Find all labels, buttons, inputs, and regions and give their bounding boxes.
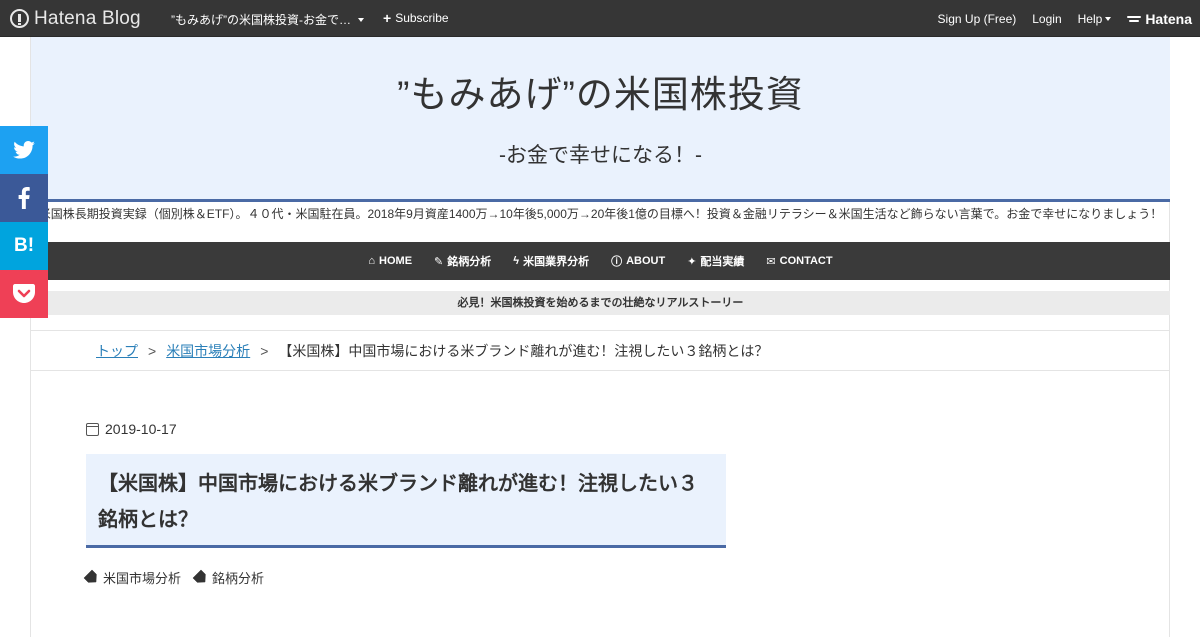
- nav-item-industry-analysis[interactable]: ϟ 米国業界分析: [513, 253, 589, 269]
- article-tags: 米国市場分析 銘柄分析: [86, 568, 264, 587]
- graduation-cap-icon: ✦: [687, 255, 697, 268]
- breadcrumb-separator: >: [260, 342, 269, 359]
- nav-label: 米国業界分析: [523, 256, 590, 268]
- chevron-down-icon: [358, 17, 364, 22]
- share-twitter-button[interactable]: [0, 126, 48, 174]
- hatena-blog-logo-text: Hatena Blog: [34, 7, 141, 29]
- article-date: 2019-10-17: [86, 421, 177, 437]
- pocket-icon: [13, 284, 35, 303]
- hatena-logo-text: Hatena: [1145, 11, 1192, 27]
- nav-label: 銘柄分析: [447, 256, 492, 268]
- share-pocket-button[interactable]: [0, 270, 48, 318]
- blog-title[interactable]: ”もみあげ”の米国株投資: [31, 64, 1170, 118]
- twitter-icon: [13, 141, 35, 159]
- hatena-blog-logo-icon: [10, 9, 29, 28]
- plus-icon: +: [383, 10, 392, 26]
- nav-item-dividends[interactable]: ✦ 配当実績: [687, 253, 744, 269]
- blog-subtitle: -お金で幸せになる！-: [499, 144, 702, 167]
- nav-item-home[interactable]: ⌂ HOME: [368, 255, 412, 267]
- nav-label: CONTACT: [779, 255, 833, 267]
- nav-label: ABOUT: [626, 255, 666, 267]
- hatena-logo-icon: [1127, 15, 1142, 24]
- calendar-icon: [86, 422, 99, 436]
- topbar-right-menu: Sign Up (Free) Login Help Hatena: [922, 11, 1192, 27]
- breadcrumb-separator: >: [148, 342, 157, 359]
- breadcrumb-top-link[interactable]: トップ: [96, 341, 138, 361]
- breadcrumb: トップ > 米国市場分析 > 【米国株】中国市場における米ブランド離れが進む！注…: [31, 330, 1170, 371]
- article-title[interactable]: 【米国株】中国市場における米ブランド離れが進む！注視したい３銘柄とは？: [86, 454, 726, 548]
- tag-label: 米国市場分析: [103, 571, 182, 586]
- breadcrumb-current: 【米国株】中国市場における米ブランド離れが進む！注視したい３銘柄とは？: [278, 342, 769, 359]
- nav-item-stock-analysis[interactable]: ✎ 銘柄分析: [434, 253, 491, 269]
- login-link[interactable]: Login: [1032, 12, 1061, 26]
- facebook-icon: [18, 187, 30, 209]
- hatena-logo[interactable]: Hatena: [1127, 11, 1192, 27]
- help-label: Help: [1077, 12, 1103, 26]
- featured-notice-link[interactable]: 必見！米国株投資を始めるまでの壮絶なリアルストーリー: [31, 291, 1170, 315]
- envelope-icon: ✉: [766, 255, 776, 268]
- bolt-icon: ϟ: [513, 255, 520, 267]
- info-icon: ⓘ: [611, 256, 623, 268]
- nav-label: 配当実績: [700, 256, 745, 268]
- article-date-text: 2019-10-17: [105, 421, 177, 437]
- wrench-icon: ✎: [434, 255, 444, 268]
- nav-item-about[interactable]: ⓘ ABOUT: [611, 253, 665, 269]
- breadcrumb-category-link[interactable]: 米国市場分析: [166, 341, 250, 361]
- blog-page: ”もみあげ”の米国株投資 -お金で幸せになる！- 米国株長期投資実録（個別株＆E…: [30, 37, 1170, 637]
- blog-header: ”もみあげ”の米国株投資 -お金で幸せになる！-: [31, 37, 1170, 202]
- subscribe-button[interactable]: + Subscribe: [383, 11, 449, 25]
- subscribe-label: Subscribe: [395, 11, 449, 25]
- signup-link[interactable]: Sign Up (Free): [938, 12, 1017, 26]
- help-dropdown[interactable]: Help: [1078, 12, 1112, 26]
- hatena-bookmark-icon: B!: [13, 235, 35, 256]
- tag-link[interactable]: 銘柄分析: [195, 568, 264, 587]
- blog-name-label: ”もみあげ”の米国株投資-お金で…: [171, 13, 351, 27]
- hatena-blog-logo[interactable]: Hatena Blog: [10, 8, 141, 29]
- chevron-down-icon: [1105, 17, 1112, 21]
- tag-label: 銘柄分析: [212, 571, 265, 586]
- tag-icon: [193, 569, 210, 586]
- tag-icon: [84, 569, 101, 586]
- share-hatena-bookmark-button[interactable]: B!: [0, 222, 48, 270]
- global-nav: ⌂ HOME ✎ 銘柄分析 ϟ 米国業界分析 ⓘ ABOUT ✦ 配当実績 ✉ …: [31, 242, 1170, 280]
- home-icon: ⌂: [368, 255, 376, 267]
- share-facebook-button[interactable]: [0, 174, 48, 222]
- nav-label: HOME: [379, 255, 413, 267]
- hatena-topbar: Hatena Blog ”もみあげ”の米国株投資-お金で… + Subscrib…: [0, 0, 1200, 37]
- nav-item-contact[interactable]: ✉ CONTACT: [766, 255, 832, 268]
- tag-link[interactable]: 米国市場分析: [86, 568, 181, 587]
- blog-name-dropdown[interactable]: ”もみあげ”の米国株投資-お金で…: [171, 11, 364, 28]
- blog-description: 米国株長期投資実録（個別株＆ETF）。４０代・米国駐在員。2018年9月資産14…: [38, 207, 1163, 221]
